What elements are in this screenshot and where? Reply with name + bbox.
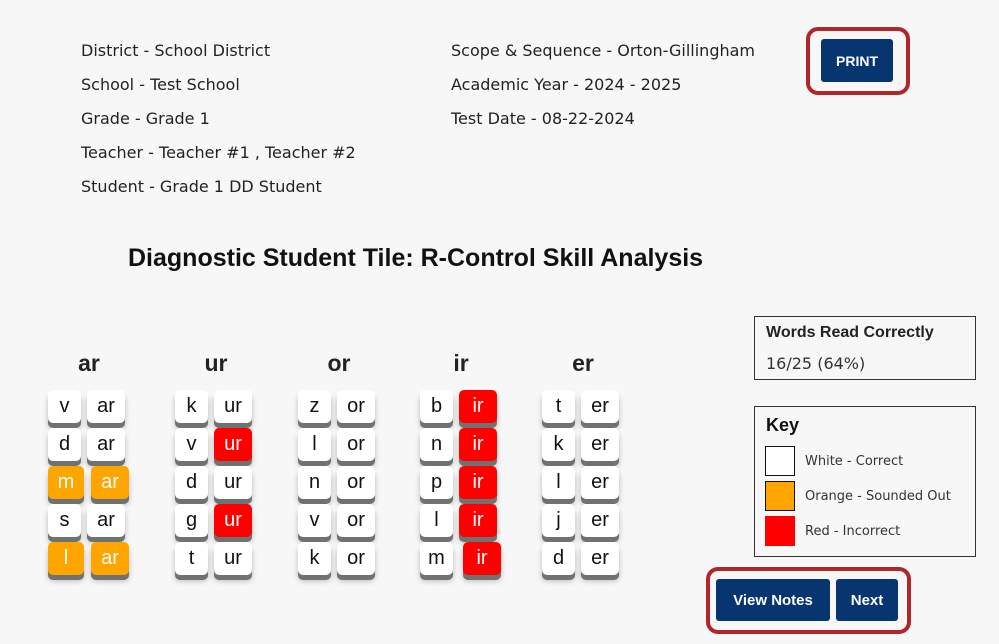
rime-tile: or xyxy=(337,466,375,499)
student-info: Student - Grade 1 DD Student xyxy=(81,177,322,196)
onset-tile: b xyxy=(420,390,453,423)
rime-tile: er xyxy=(581,428,619,461)
onset-tile: v xyxy=(48,390,81,423)
rime-tile: er xyxy=(581,542,619,575)
orange-swatch xyxy=(765,481,795,511)
onset-tile: d xyxy=(542,542,575,575)
onset-tile: t xyxy=(175,542,208,575)
page-title: Diagnostic Student Tile: R-Control Skill… xyxy=(128,244,704,272)
onset-tile: k xyxy=(542,428,575,461)
rime-tile: ir xyxy=(459,390,497,423)
rime-tile: ir xyxy=(459,466,497,499)
onset-tile: v xyxy=(298,504,331,537)
onset-tile: n xyxy=(298,466,331,499)
column-header-or: or xyxy=(327,350,351,376)
onset-tile: d xyxy=(48,428,81,461)
print-button[interactable]: PRINT xyxy=(821,39,893,82)
rime-tile: ur xyxy=(214,428,252,461)
rime-tile: ar xyxy=(91,542,129,575)
rime-tile: ar xyxy=(91,466,129,499)
onset-tile: l xyxy=(420,504,453,537)
rime-tile: er xyxy=(581,504,619,537)
column-header-ir: ir xyxy=(453,350,469,376)
rime-tile: ar xyxy=(87,390,125,423)
onset-tile: m xyxy=(420,542,453,575)
rime-tile: ar xyxy=(87,428,125,461)
column-header-ar: ar xyxy=(78,350,100,376)
key-label-sounded-out: Orange - Sounded Out xyxy=(805,489,951,504)
report-info-left: District - School District School - Test… xyxy=(81,34,356,204)
rime-tile: ir xyxy=(463,542,501,575)
onset-tile: m xyxy=(48,466,84,499)
onset-tile: k xyxy=(175,390,208,423)
score-heading: Words Read Correctly xyxy=(766,324,934,341)
color-key-panel: Key White - Correct Orange - Sounded Out… xyxy=(754,406,976,557)
rime-tile: ur xyxy=(214,466,252,499)
rime-tile: or xyxy=(337,428,375,461)
district-info: District - School District xyxy=(81,41,271,60)
teacher-info: Teacher - Teacher #1 , Teacher #2 xyxy=(81,143,356,162)
rime-tile: ur xyxy=(214,542,252,575)
onset-tile: s xyxy=(48,504,81,537)
rime-tile: or xyxy=(337,390,375,423)
rime-tile: ir xyxy=(459,428,497,461)
next-button[interactable]: Next xyxy=(836,579,898,621)
onset-tile: n xyxy=(420,428,453,461)
red-swatch xyxy=(765,516,795,546)
onset-tile: t xyxy=(542,390,575,423)
rime-tile: ur xyxy=(214,504,252,537)
report-info-right: Scope & Sequence - Orton-Gillingham Acad… xyxy=(451,34,755,136)
key-label-correct: White - Correct xyxy=(805,454,904,469)
onset-tile: v xyxy=(175,428,208,461)
grade-info: Grade - Grade 1 xyxy=(81,109,210,128)
view-notes-button[interactable]: View Notes xyxy=(716,579,830,621)
onset-tile: k xyxy=(298,542,331,575)
onset-tile: l xyxy=(298,428,331,461)
rime-tile: er xyxy=(581,466,619,499)
key-label-incorrect: Red - Incorrect xyxy=(805,524,901,539)
scope-sequence-info: Scope & Sequence - Orton-Gillingham xyxy=(451,41,755,60)
white-swatch xyxy=(765,446,795,476)
rime-tile: or xyxy=(337,542,375,575)
onset-tile: g xyxy=(175,504,208,537)
onset-tile: j xyxy=(542,504,575,537)
onset-tile: p xyxy=(420,466,453,499)
onset-tile: l xyxy=(48,542,84,575)
test-date-info: Test Date - 08-22-2024 xyxy=(451,109,635,128)
rime-tile: ar xyxy=(87,504,125,537)
onset-tile: l xyxy=(542,466,575,499)
words-read-correctly-panel: Words Read Correctly 16/25 (64%) xyxy=(754,316,976,380)
rime-tile: or xyxy=(337,504,375,537)
column-header-ur: ur xyxy=(204,350,228,376)
onset-tile: d xyxy=(175,466,208,499)
onset-tile: z xyxy=(298,390,331,423)
school-info: School - Test School xyxy=(81,75,240,94)
key-heading: Key xyxy=(766,415,800,435)
rime-tile: er xyxy=(581,390,619,423)
column-header-er: er xyxy=(572,350,594,376)
rime-tile: ir xyxy=(459,504,497,537)
rime-tile: ur xyxy=(214,390,252,423)
score-value: 16/25 (64%) xyxy=(766,354,866,373)
academic-year-info: Academic Year - 2024 - 2025 xyxy=(451,75,682,94)
